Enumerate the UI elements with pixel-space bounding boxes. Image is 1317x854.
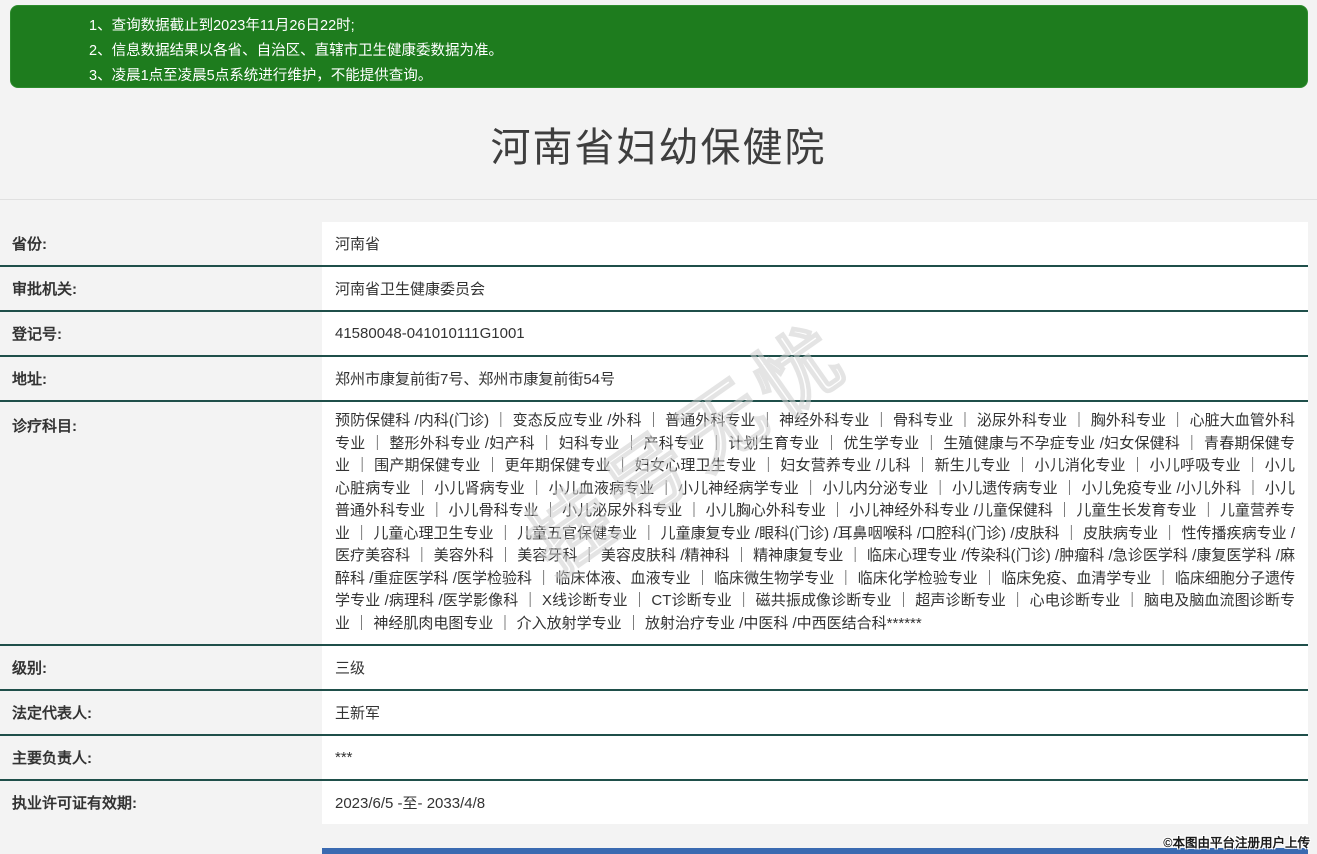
row-value: 王新军 [322, 691, 1308, 734]
row-value: 三级 [322, 646, 1308, 689]
row-label: 省份: [0, 222, 322, 265]
row-label: 主要负责人: [0, 736, 322, 779]
query-result-page: 1、查询数据截止到2023年11月26日22时;2、信息数据结果以各省、自治区、… [0, 0, 1317, 854]
notice-list: 1、查询数据截止到2023年11月26日22时;2、信息数据结果以各省、自治区、… [89, 14, 1287, 89]
table-spacer [0, 200, 1317, 222]
title-section: 河南省妇幼保健院 [0, 88, 1317, 200]
info-table: 省份: 河南省 审批机关: 河南省卫生健康委员会 登记号: 41580048-0… [0, 222, 1308, 824]
row-value: *** [322, 736, 1308, 779]
row-value: 41580048-041010111G1001 [322, 312, 1308, 355]
table-row: 主要负责人: *** [0, 736, 1308, 781]
table-row: 诊疗科目: 预防保健科 /内科(门诊) ｜ 变态反应专业 /外科 ｜ 普通外科专… [0, 402, 1308, 646]
table-row: 审批机关: 河南省卫生健康委员会 [0, 267, 1308, 312]
notice-banner: 1、查询数据截止到2023年11月26日22时;2、信息数据结果以各省、自治区、… [10, 5, 1308, 88]
row-value: 2023/6/5 -至- 2033/4/8 [322, 781, 1308, 824]
notice-line: 2、信息数据结果以各省、自治区、直辖市卫生健康委数据为准。 [89, 39, 1287, 64]
row-label: 地址: [0, 357, 322, 400]
notice-line: 3、凌晨1点至凌晨5点系统进行维护，不能提供查询。 [89, 64, 1287, 89]
row-label: 诊疗科目: [0, 402, 322, 644]
attribution-badge: ©本图由平台注册用户上传 [1163, 832, 1310, 851]
row-label: 级别: [0, 646, 322, 689]
row-value: 预防保健科 /内科(门诊) ｜ 变态反应专业 /外科 ｜ 普通外科专业 ｜ 神经… [322, 402, 1308, 644]
row-label: 审批机关: [0, 267, 322, 310]
row-label: 法定代表人: [0, 691, 322, 734]
table-row: 地址: 郑州市康复前街7号、郑州市康复前街54号 [0, 357, 1308, 402]
bottom-blue-bar [322, 848, 1308, 854]
table-row: 级别: 三级 [0, 646, 1308, 691]
table-row: 执业许可证有效期: 2023/6/5 -至- 2033/4/8 [0, 781, 1308, 824]
page-title: 河南省妇幼保健院 [491, 115, 827, 173]
table-row: 省份: 河南省 [0, 222, 1308, 267]
row-value: 河南省卫生健康委员会 [322, 267, 1308, 310]
notice-line: 1、查询数据截止到2023年11月26日22时; [89, 14, 1287, 39]
row-label: 执业许可证有效期: [0, 781, 322, 824]
table-row: 法定代表人: 王新军 [0, 691, 1308, 736]
row-value: 郑州市康复前街7号、郑州市康复前街54号 [322, 357, 1308, 400]
row-value: 河南省 [322, 222, 1308, 265]
table-row: 登记号: 41580048-041010111G1001 [0, 312, 1308, 357]
row-label: 登记号: [0, 312, 322, 355]
